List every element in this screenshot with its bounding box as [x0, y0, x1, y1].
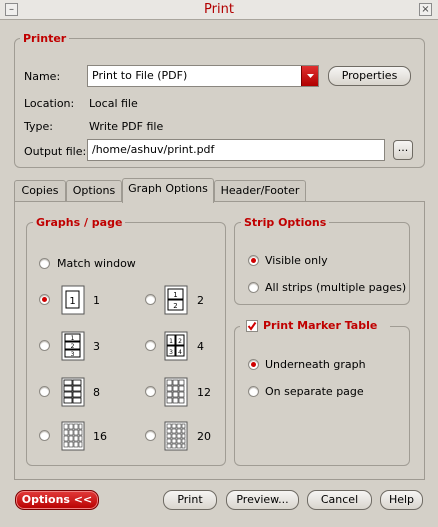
output-file-label: Output file: [24, 145, 87, 158]
layout-8-radio[interactable] [39, 386, 50, 397]
svg-text:1: 1 [71, 335, 75, 342]
type-value: Write PDF file [89, 120, 164, 133]
svg-text:4: 4 [178, 349, 182, 356]
separate-page-radio[interactable] [248, 386, 259, 397]
layout-4-icon: 1234 [164, 331, 188, 361]
layout-4-label: 4 [197, 340, 204, 353]
layout-2-icon: 12 [164, 285, 188, 315]
graphs-per-page-title: Graphs / page [33, 216, 126, 229]
browse-button[interactable]: ... [393, 140, 413, 160]
tab-header-footer[interactable]: Header/Footer [214, 180, 306, 201]
svg-text:1: 1 [173, 291, 177, 299]
properties-button[interactable]: Properties [328, 66, 411, 86]
layout-1-icon: 1 [61, 285, 85, 315]
visible-only-label: Visible only [265, 254, 328, 267]
all-strips-label: All strips (multiple pages) [265, 281, 407, 294]
options-toggle-button[interactable]: Options << [15, 490, 99, 510]
strip-options-title: Strip Options [241, 216, 330, 229]
all-strips-radio[interactable] [248, 282, 259, 293]
match-window-label: Match window [57, 257, 136, 270]
underneath-graph-radio[interactable] [248, 359, 259, 370]
layout-20-icon [164, 421, 188, 451]
type-label: Type: [24, 120, 53, 133]
svg-text:1: 1 [69, 296, 75, 307]
svg-text:2: 2 [71, 343, 75, 350]
layout-3-label: 3 [93, 340, 100, 353]
layout-16-radio[interactable] [39, 430, 50, 441]
tab-graph-options[interactable]: Graph Options [122, 178, 214, 203]
layout-16-label: 16 [93, 430, 107, 443]
underneath-graph-label: Underneath graph [265, 358, 366, 371]
match-window-radio[interactable] [39, 258, 50, 269]
layout-16-icon [61, 421, 85, 451]
marker-table-checkbox[interactable] [246, 320, 258, 332]
marker-table-title: Print Marker Table [261, 319, 380, 332]
svg-text:3: 3 [71, 351, 75, 358]
layout-2-radio[interactable] [145, 294, 156, 305]
minimize-button[interactable]: – [5, 3, 18, 16]
print-button[interactable]: Print [163, 490, 217, 510]
preview-button[interactable]: Preview... [226, 490, 299, 510]
close-button[interactable]: × [419, 3, 432, 16]
svg-text:2: 2 [178, 338, 182, 345]
tab-options[interactable]: Options [66, 180, 122, 201]
svg-text:1: 1 [169, 338, 173, 345]
location-label: Location: [24, 97, 75, 110]
visible-only-radio[interactable] [248, 255, 259, 266]
layout-12-icon [164, 377, 188, 407]
window-title: Print [204, 2, 234, 17]
layout-12-label: 12 [197, 386, 211, 399]
location-value: Local file [89, 97, 138, 110]
dropdown-arrow-icon[interactable] [301, 66, 318, 86]
layout-3-icon: 123 [61, 331, 85, 361]
layout-4-radio[interactable] [145, 340, 156, 351]
layout-2-label: 2 [197, 294, 204, 307]
layout-20-label: 20 [197, 430, 211, 443]
tab-copies[interactable]: Copies [14, 180, 66, 201]
output-file-input[interactable]: /home/ashuv/print.pdf [87, 139, 385, 161]
help-button[interactable]: Help [380, 490, 423, 510]
separate-page-label: On separate page [265, 385, 364, 398]
cancel-button[interactable]: Cancel [307, 490, 372, 510]
layout-1-label: 1 [93, 294, 100, 307]
layout-12-radio[interactable] [145, 386, 156, 397]
layout-8-icon [61, 377, 85, 407]
svg-text:2: 2 [173, 302, 177, 310]
layout-20-radio[interactable] [145, 430, 156, 441]
layout-8-label: 8 [93, 386, 100, 399]
printer-name-select[interactable]: Print to File (PDF) [87, 65, 319, 87]
layout-1-radio[interactable] [39, 294, 50, 305]
printer-name-label: Name: [24, 70, 61, 83]
printer-group-title: Printer [20, 32, 70, 45]
layout-3-radio[interactable] [39, 340, 50, 351]
printer-name-value: Print to File (PDF) [92, 69, 188, 82]
svg-text:3: 3 [169, 349, 173, 356]
check-icon [247, 321, 257, 331]
